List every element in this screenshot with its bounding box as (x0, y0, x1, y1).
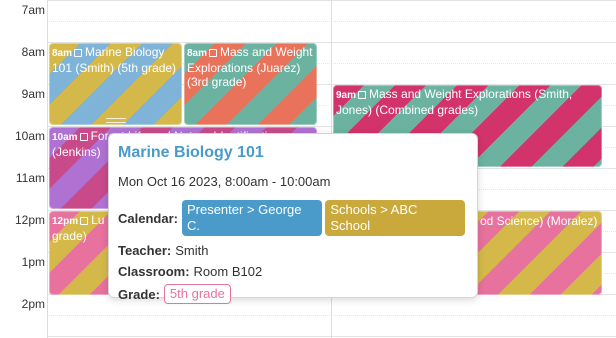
calendar-chip-school[interactable]: Schools > ABC School (325, 200, 465, 236)
copy-icon (80, 217, 89, 225)
classroom-label: Classroom: (118, 264, 190, 279)
copy-icon (79, 133, 88, 141)
event-time: 9am (336, 90, 357, 101)
calendar-row: Calendar: Presenter > George C. Schools … (118, 200, 468, 236)
calendar-label: Calendar: (118, 210, 178, 226)
popover-datetime: Mon Oct 16 2023, 8:00am - 10:00am (118, 174, 331, 189)
time-label-7am: 7am (21, 3, 45, 17)
event-details-popover: Marine Biology 101 Mon Oct 16 2023, 8:00… (108, 133, 478, 304)
teacher-row: Teacher: Smith (118, 242, 468, 259)
classroom-row: Classroom: Room B102 (118, 263, 468, 280)
event-time: 12pm (52, 216, 79, 227)
time-label-1pm: 1pm (21, 255, 45, 269)
time-label-10am: 10am (14, 129, 45, 143)
copy-icon (358, 91, 367, 99)
event-mass-weight-juarez[interactable]: 8am Mass and Weight Explorations (Juarez)… (184, 43, 317, 125)
grade-chip[interactable]: 5th grade (163, 284, 231, 304)
time-label-8am: 8am (21, 45, 45, 59)
calendar-chip-presenter[interactable]: Presenter > George C. (181, 200, 323, 236)
teacher-label: Teacher: (118, 243, 172, 258)
event-time: 8am (187, 48, 208, 59)
grade-label: Grade: (118, 286, 160, 302)
event-time: 10am (52, 132, 78, 143)
resize-handle[interactable] (105, 118, 126, 123)
time-label-11am: 11am (15, 171, 45, 185)
event-title: Lu (91, 213, 105, 227)
event-subtitle: grade) (52, 229, 87, 243)
time-gutter: 7am 8am 9am 10am 11am 12pm 1pm 2pm (0, 0, 47, 338)
event-time: 8am (52, 48, 73, 59)
teacher-value: Smith (175, 243, 209, 258)
popover-title[interactable]: Marine Biology 101 (118, 143, 468, 163)
day-column-divider (47, 0, 48, 338)
event-marine-biology[interactable]: 8am Marine Biology 101 (Smith) (5th grade… (49, 43, 182, 125)
copy-icon (209, 49, 218, 57)
grade-row: Grade: 5th grade (118, 284, 468, 304)
copy-icon (74, 49, 83, 57)
event-title: Mass and Weight Explorations (Smith, Jon… (336, 87, 573, 117)
time-label-9am: 9am (21, 87, 45, 101)
classroom-value: Room B102 (193, 264, 263, 279)
time-label-12pm: 12pm (14, 213, 45, 227)
time-label-2pm: 2pm (21, 297, 45, 311)
